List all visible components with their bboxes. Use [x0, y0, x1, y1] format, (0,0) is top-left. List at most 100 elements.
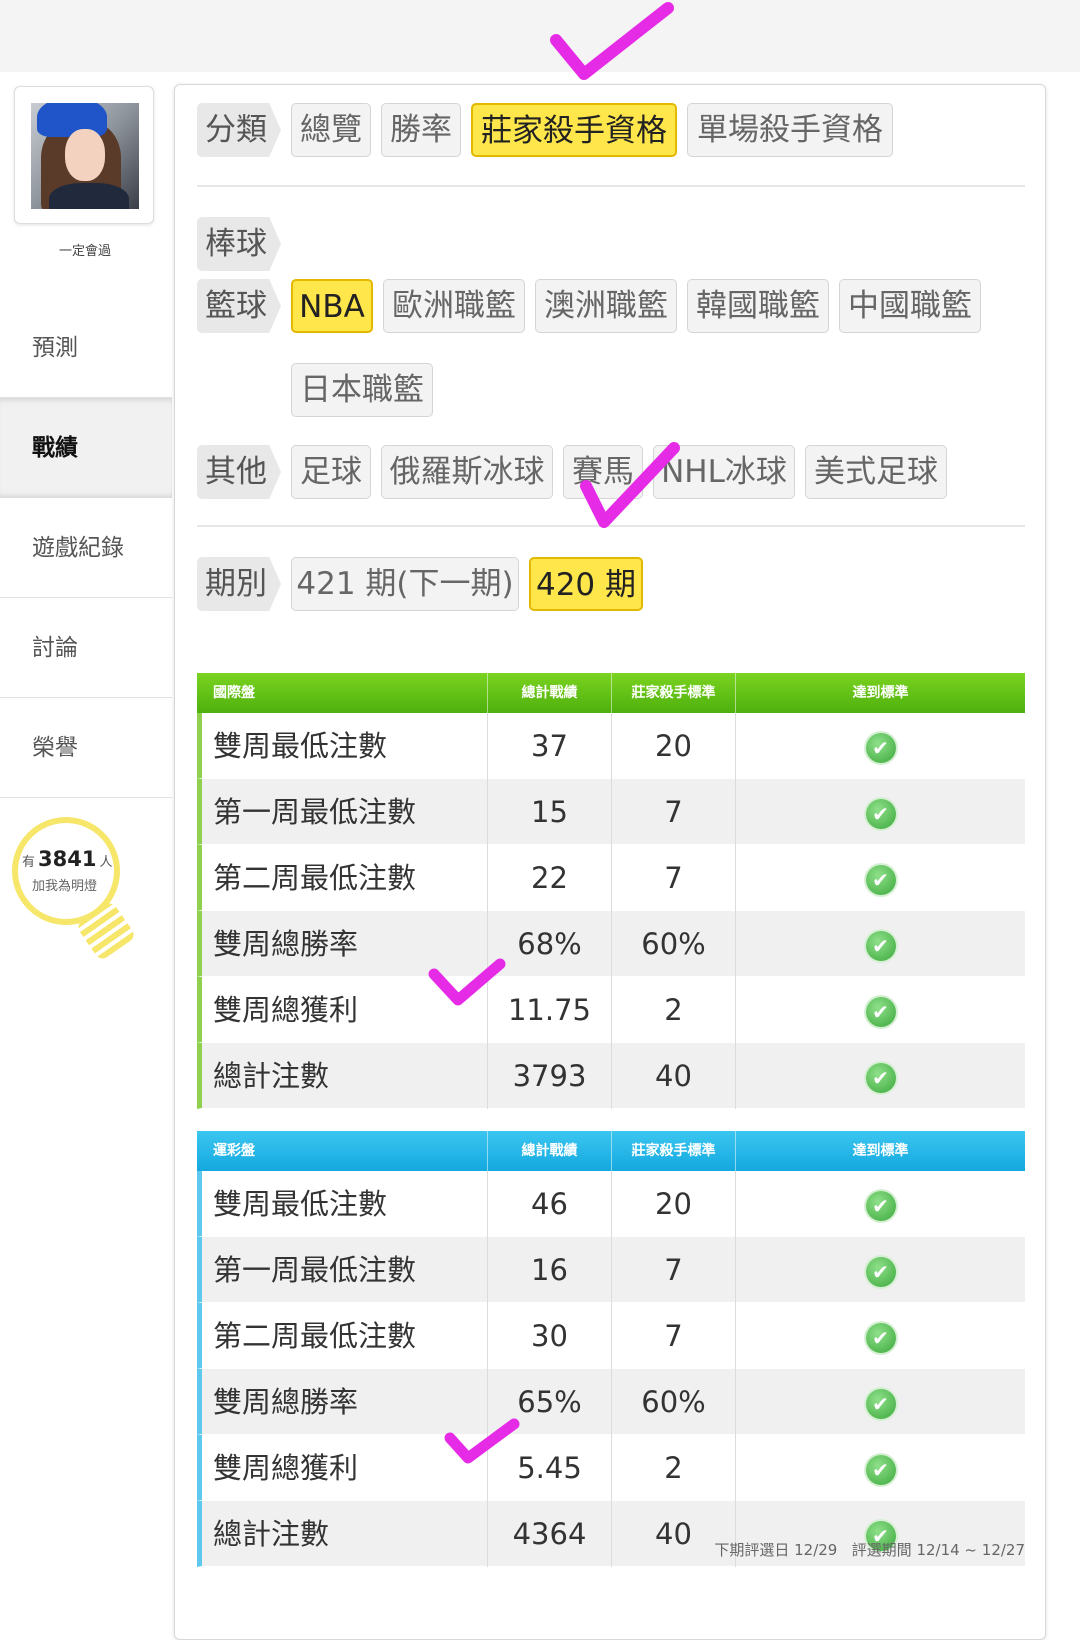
table-row: 雙周總勝率 65% 60% ✔ [197, 1369, 1025, 1435]
checkmark-annotation-icon [428, 958, 506, 1006]
row-met: ✔ [735, 1435, 1025, 1501]
lamp-prefix: 有 [22, 855, 36, 870]
row-met: ✔ [735, 1369, 1025, 1435]
lamp-widget[interactable]: 有 3841 人 加我為明燈 [12, 817, 137, 967]
row-total: 15 [487, 779, 611, 845]
check-circle-icon: ✔ [865, 997, 896, 1027]
row-standard: 7 [611, 1303, 735, 1369]
tab-bookie-killer[interactable]: 莊家殺手資格 [471, 103, 677, 157]
nav-item-discussion[interactable]: 討論 [0, 598, 172, 698]
column-header: 達到標準 [735, 673, 1025, 713]
column-header: 總計戰績 [487, 673, 611, 713]
row-standard: 7 [611, 845, 735, 911]
row-met: ✔ [735, 911, 1025, 977]
row-total: 46 [487, 1171, 611, 1237]
row-label: 總計注數 [213, 1059, 330, 1093]
row-standard: 2 [611, 1435, 735, 1501]
baseball-label[interactable]: 棒球 [197, 217, 281, 271]
avatar-frame[interactable] [14, 86, 154, 224]
column-header: 莊家殺手標準 [611, 673, 735, 713]
check-circle-icon: ✔ [865, 1323, 896, 1353]
tab-overview[interactable]: 總覽 [291, 103, 371, 157]
row-met: ✔ [735, 845, 1025, 911]
column-header: 莊家殺手標準 [611, 1131, 735, 1171]
lamp-count-value: 3841 [38, 847, 97, 871]
sport-soccer[interactable]: 足球 [291, 445, 371, 499]
row-label: 第一周最低注數 [213, 795, 417, 829]
table-sports-lottery: 運彩盤 總計戰績 莊家殺手標準 達到標準 雙周最低注數 46 20 ✔ 第一周最… [197, 1131, 1025, 1567]
nav-item-record[interactable]: 戰績 [0, 398, 172, 498]
column-header: 國際盤 [213, 685, 255, 701]
check-circle-icon: ✔ [865, 865, 896, 895]
row-met: ✔ [735, 1171, 1025, 1237]
row-standard: 60% [611, 1369, 735, 1435]
row-standard: 20 [611, 713, 735, 779]
league-australia[interactable]: 澳洲職籃 [535, 279, 677, 333]
username[interactable]: 一定會過 [0, 240, 170, 259]
nav-item-predict[interactable]: 預測 [0, 298, 172, 398]
category-label: 分類 [197, 103, 281, 157]
row-met: ✔ [735, 977, 1025, 1043]
tab-single-killer[interactable]: 單場殺手資格 [687, 103, 893, 157]
table-row: 第一周最低注數 15 7 ✔ [197, 779, 1025, 845]
table-row: 雙周最低注數 46 20 ✔ [197, 1171, 1025, 1237]
nav-item-honor[interactable]: 榮譽 [0, 698, 172, 798]
league-euro[interactable]: 歐洲職籃 [383, 279, 525, 333]
basketball-filter: 籃球 NBA 歐洲職籃 澳洲職籃 韓國職籃 中國職籃 [197, 279, 1025, 335]
main-panel: 分類 總覽 勝率 莊家殺手資格 單場殺手資格 棒球 籃球 NBA 歐洲職籃 澳洲… [174, 84, 1046, 1640]
period-current[interactable]: 420 期 [529, 557, 643, 611]
table-row: 第二周最低注數 30 7 ✔ [197, 1303, 1025, 1369]
basketball-label: 籃球 [197, 279, 281, 333]
category-filter: 分類 總覽 勝率 莊家殺手資格 單場殺手資格 [197, 103, 1025, 159]
period-next[interactable]: 421 期(下一期) [291, 557, 519, 611]
divider [197, 185, 1025, 187]
column-header: 運彩盤 [213, 1143, 255, 1159]
league-nba[interactable]: NBA [291, 279, 373, 333]
row-total: 3793 [487, 1043, 611, 1109]
check-circle-icon: ✔ [865, 1257, 896, 1287]
sport-khl[interactable]: 俄羅斯冰球 [381, 445, 553, 499]
check-circle-icon: ✔ [865, 1063, 896, 1093]
check-circle-icon: ✔ [865, 799, 896, 829]
row-label: 雙周最低注數 [213, 729, 388, 763]
row-standard: 7 [611, 1237, 735, 1303]
period-label: 期別 [197, 557, 281, 611]
checkmark-annotation-icon [444, 1418, 520, 1464]
nav-item-game-log[interactable]: 遊戲紀錄 [0, 498, 172, 598]
top-bar [0, 0, 1080, 72]
table-header: 運彩盤 總計戰績 莊家殺手標準 達到標準 [197, 1131, 1025, 1171]
league-japan[interactable]: 日本職籃 [291, 363, 433, 417]
row-standard: 60% [611, 911, 735, 977]
table-row: 雙周總獲利 11.75 2 ✔ [197, 977, 1025, 1043]
avatar[interactable] [31, 103, 139, 209]
table-header: 國際盤 總計戰績 莊家殺手標準 達到標準 [197, 673, 1025, 713]
check-circle-icon: ✔ [865, 1389, 896, 1419]
sidebar: 一定會過 預測 戰績 遊戲紀錄 討論 榮譽 有 3841 人 加我為明燈 [0, 72, 174, 1640]
checkmark-annotation-icon [580, 442, 680, 528]
review-period: 評選期間 12/14 ~ 12/27 [851, 1541, 1025, 1559]
review-footer: 下期評選日 12/29 評選期間 12/14 ~ 12/27 [655, 1539, 1025, 1560]
table-row: 第一周最低注數 16 7 ✔ [197, 1237, 1025, 1303]
column-header: 達到標準 [735, 1131, 1025, 1171]
row-met: ✔ [735, 1043, 1025, 1109]
league-korea[interactable]: 韓國職籃 [687, 279, 829, 333]
row-standard: 2 [611, 977, 735, 1043]
row-total: 16 [487, 1237, 611, 1303]
baseball-filter: 棒球 [197, 217, 1025, 273]
check-circle-icon: ✔ [865, 1455, 896, 1485]
sport-american-football[interactable]: 美式足球 [805, 445, 947, 499]
table-row: 雙周最低注數 37 20 ✔ [197, 713, 1025, 779]
tab-win-rate[interactable]: 勝率 [381, 103, 461, 157]
check-circle-icon: ✔ [865, 1191, 896, 1221]
row-total: 30 [487, 1303, 611, 1369]
row-standard: 40 [611, 1043, 735, 1109]
row-met: ✔ [735, 779, 1025, 845]
row-label: 第二周最低注數 [213, 1319, 417, 1353]
league-china[interactable]: 中國職籃 [839, 279, 981, 333]
lamp-count: 有 3841 人 [22, 847, 132, 871]
table-row: 雙周總獲利 5.45 2 ✔ [197, 1435, 1025, 1501]
table-row: 雙周總勝率 68% 60% ✔ [197, 911, 1025, 977]
lamp-cta[interactable]: 加我為明燈 [32, 875, 97, 894]
lightbulb-circle [12, 817, 120, 925]
checkmark-annotation-icon [550, 2, 674, 80]
